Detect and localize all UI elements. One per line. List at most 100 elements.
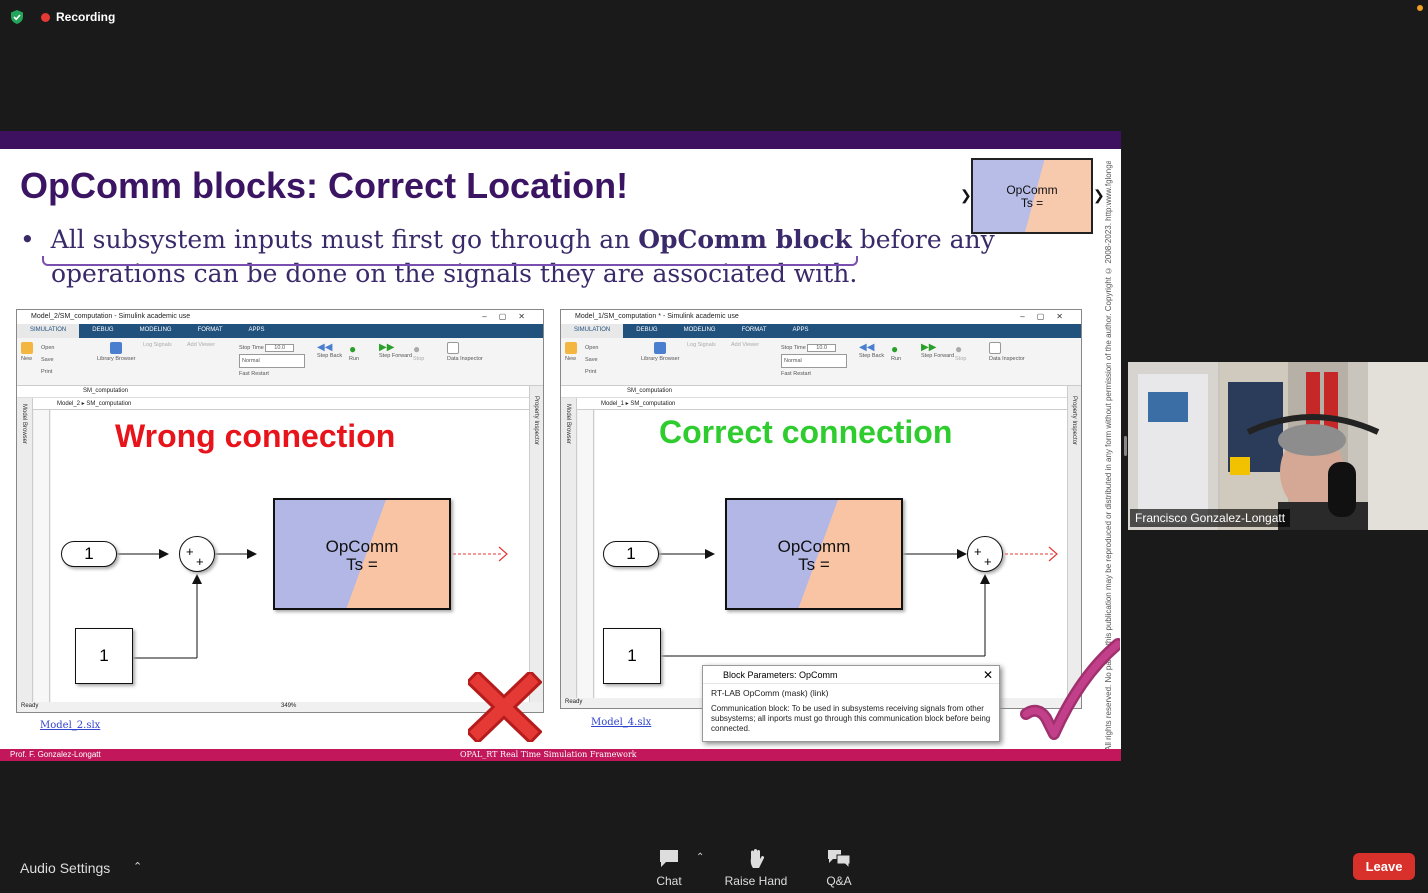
step-back-icon: ◀◀ xyxy=(317,342,333,353)
log-signals-button[interactable]: Log Signals xyxy=(687,342,716,348)
security-shield-icon[interactable] xyxy=(9,9,25,25)
simulation-mode-select[interactable]: Normal xyxy=(781,354,847,368)
canvas-palette[interactable] xyxy=(34,410,50,702)
data-inspector-icon xyxy=(447,342,459,354)
participant-video[interactable]: Francisco Gonzalez-Longatt xyxy=(1128,362,1428,530)
dialog-subtitle: RT-LAB OpComm (mask) (link) xyxy=(711,688,829,698)
fast-restart-button[interactable]: Fast Restart xyxy=(239,368,305,380)
opcomm-block[interactable]: OpComm Ts = xyxy=(273,498,451,610)
tab-debug[interactable]: DEBUG xyxy=(79,324,126,338)
constant-block-bottom[interactable]: 1 xyxy=(75,628,133,684)
breadcrumb-model[interactable]: Model_1 xyxy=(601,401,624,407)
canvas-palette[interactable] xyxy=(578,410,594,698)
sum-block[interactable]: + + xyxy=(967,536,1003,572)
tab-modeling[interactable]: MODELING xyxy=(671,324,729,338)
property-inspector-panel[interactable]: Property Inspector xyxy=(529,386,543,702)
save-button[interactable]: Save xyxy=(41,354,54,366)
data-inspector-button[interactable]: Data Inspector xyxy=(989,342,1025,362)
opcomm-block-illustration: OpComm Ts = xyxy=(971,158,1093,234)
fast-restart-button[interactable]: Fast Restart xyxy=(781,368,847,380)
model-nav-tab[interactable]: SM_computation xyxy=(17,386,543,398)
breadcrumb-subsystem[interactable]: SM_computation xyxy=(630,401,675,407)
step-forward-button[interactable]: ▶▶ Step Forward xyxy=(921,342,954,359)
chevron-up-icon[interactable]: ⌃ xyxy=(133,860,142,873)
recording-indicator[interactable]: Recording xyxy=(41,10,115,24)
participant-name-label: Francisco Gonzalez-Longatt xyxy=(1130,509,1291,527)
step-forward-icon: ▶▶ xyxy=(379,342,395,353)
constant-block-bottom[interactable]: 1 xyxy=(603,628,661,684)
slide-header-bar xyxy=(0,131,1121,149)
opcomm-label: OpComm xyxy=(777,537,851,556)
recording-label: Recording xyxy=(56,10,116,24)
leave-button[interactable]: Leave xyxy=(1353,853,1415,880)
tab-simulation[interactable]: SIMULATION xyxy=(561,324,624,338)
stop-icon: ● xyxy=(955,342,963,356)
model-canvas[interactable]: Wrong connection 1 + + OpComm Ts = 1 xyxy=(51,410,529,702)
stop-button[interactable]: ● Stop xyxy=(955,342,966,362)
window-title-bar: Model_2/SM_computation - Simulink academ… xyxy=(17,310,543,324)
model-file-link[interactable]: Model_4.slx xyxy=(591,717,651,728)
tab-format[interactable]: FORMAT xyxy=(729,324,780,338)
footer-course: OPAL_RT Real Time Simulation Framework xyxy=(460,750,637,759)
model-browser-panel[interactable]: Model Browser xyxy=(561,398,577,698)
tab-apps[interactable]: APPS xyxy=(235,324,277,338)
new-button[interactable]: New xyxy=(21,342,33,362)
window-controls[interactable]: –▢✕ xyxy=(1020,312,1075,321)
open-button[interactable]: Open xyxy=(41,342,54,354)
status-bar: Ready 349% xyxy=(17,702,543,712)
opcomm-block[interactable]: OpComm Ts = xyxy=(725,498,903,610)
constant-block-top[interactable]: 1 xyxy=(603,541,659,567)
sum-block[interactable]: + + xyxy=(179,536,215,572)
panel-resize-handle[interactable] xyxy=(1124,436,1127,456)
audio-settings-button[interactable]: Audio Settings xyxy=(20,860,110,876)
simulink-window-left: Model_2/SM_computation - Simulink academ… xyxy=(16,309,544,713)
ribbon-tabs: SIMULATION DEBUG MODELING FORMAT APPS xyxy=(17,324,543,338)
opcomm-ts: Ts = xyxy=(346,555,378,574)
breadcrumb-subsystem[interactable]: SM_computation xyxy=(86,401,131,407)
model-canvas[interactable]: Correct connection 1 OpComm Ts = + + 1 xyxy=(595,410,1067,698)
tab-debug[interactable]: DEBUG xyxy=(623,324,670,338)
model-file-link[interactable]: Model_2.slx xyxy=(40,720,100,731)
opcomm-label: OpComm xyxy=(325,537,399,556)
tab-modeling[interactable]: MODELING xyxy=(127,324,185,338)
window-controls[interactable]: –▢✕ xyxy=(482,312,537,321)
library-browser-button[interactable]: Library Browser xyxy=(97,342,136,362)
run-button[interactable]: ● Run xyxy=(349,342,359,362)
save-button[interactable]: Save xyxy=(585,354,598,366)
chat-icon xyxy=(660,850,678,867)
library-browser-button[interactable]: Library Browser xyxy=(641,342,680,362)
step-forward-button[interactable]: ▶▶ Step Forward xyxy=(379,342,412,359)
raise-hand-button[interactable]: Raise Hand xyxy=(722,848,790,888)
run-button[interactable]: ● Run xyxy=(891,342,901,362)
print-button[interactable]: Print xyxy=(41,366,54,378)
stop-button[interactable]: ● Stop xyxy=(413,342,424,362)
tab-format[interactable]: FORMAT xyxy=(185,324,236,338)
step-back-icon: ◀◀ xyxy=(859,342,875,353)
tab-apps[interactable]: APPS xyxy=(779,324,821,338)
open-button[interactable]: Open xyxy=(585,342,598,354)
constant-block-top[interactable]: 1 xyxy=(61,541,117,567)
print-button[interactable]: Print xyxy=(585,366,598,378)
simulation-mode-select[interactable]: Normal xyxy=(239,354,305,368)
step-back-button[interactable]: ◀◀ Step Back xyxy=(317,342,342,359)
close-icon[interactable]: ✕ xyxy=(983,668,993,682)
chat-chevron-up-icon[interactable]: ⌃ xyxy=(696,852,704,863)
breadcrumb-model[interactable]: Model_2 xyxy=(57,401,80,407)
qa-button[interactable]: Q&A xyxy=(822,848,856,888)
stop-time-input[interactable]: 10.0 xyxy=(807,344,837,352)
add-viewer-button[interactable]: Add Viewer xyxy=(731,342,759,348)
chat-button[interactable]: Chat xyxy=(652,848,686,888)
chat-label: Chat xyxy=(656,874,682,888)
opcomm-output-arrow-icon: ❯ xyxy=(1093,187,1105,203)
log-signals-button[interactable]: Log Signals xyxy=(143,342,172,348)
model-nav-tab[interactable]: SM_computation xyxy=(561,386,1081,398)
data-inspector-button[interactable]: Data Inspector xyxy=(447,342,483,362)
library-icon xyxy=(110,342,123,354)
raise-hand-label: Raise Hand xyxy=(724,874,788,888)
add-viewer-button[interactable]: Add Viewer xyxy=(187,342,215,348)
step-back-button[interactable]: ◀◀ Step Back xyxy=(859,342,884,359)
model-browser-panel[interactable]: Model Browser xyxy=(17,398,33,702)
stop-time-input[interactable]: 10.0 xyxy=(265,344,295,352)
tab-simulation[interactable]: SIMULATION xyxy=(17,324,80,338)
new-button[interactable]: New xyxy=(565,342,577,362)
